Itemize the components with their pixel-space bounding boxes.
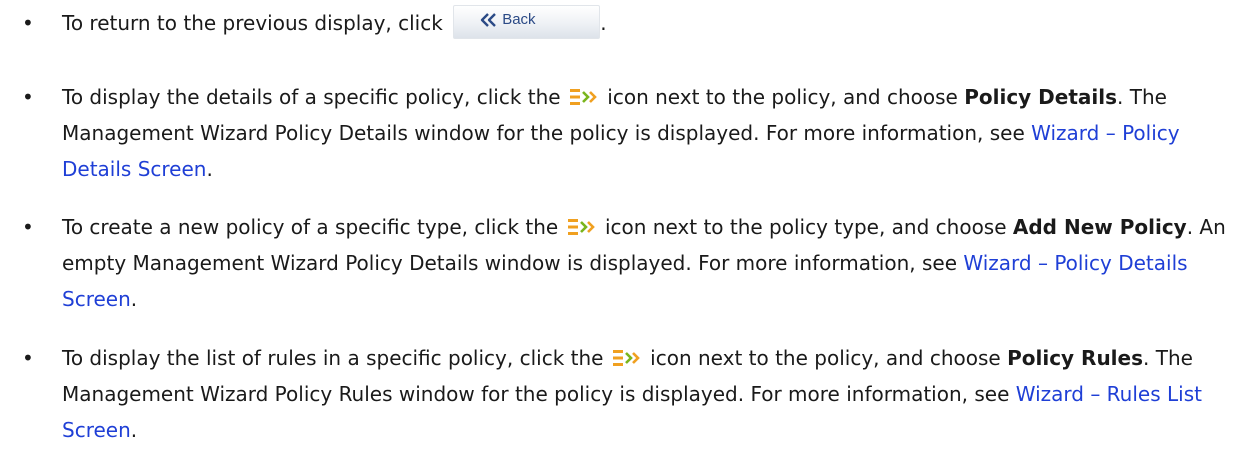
text-segment: . bbox=[130, 287, 138, 311]
text-segment: . bbox=[130, 418, 138, 442]
text-segment: icon next to the policy type, and choose bbox=[598, 215, 1013, 239]
list-menu-icon[interactable] bbox=[569, 87, 599, 107]
text-segment: To create a new policy of a specific typ… bbox=[62, 215, 565, 239]
text-segment: icon next to the policy, and choose bbox=[643, 346, 1008, 370]
text-segment: To display the list of rules in a specif… bbox=[62, 346, 610, 370]
menu-option-name: Policy Details bbox=[964, 85, 1118, 109]
text-segment: icon next to the policy, and choose bbox=[600, 85, 965, 109]
item-text: To create a new policy of a specific typ… bbox=[62, 209, 1254, 317]
back-button-label: Back bbox=[502, 11, 536, 28]
item-text: To display the list of rules in a specif… bbox=[62, 340, 1254, 448]
bullet: • bbox=[22, 346, 34, 370]
text-segment: To return to the previous display, click bbox=[62, 11, 450, 35]
menu-option-name: Add New Policy bbox=[1012, 215, 1187, 239]
bullet: • bbox=[22, 11, 34, 35]
list-item: • To return to the previous display, cli… bbox=[0, 5, 1256, 41]
text-segment: . bbox=[206, 157, 213, 181]
double-chevron-left-icon bbox=[480, 13, 498, 27]
list-item: • To create a new policy of a specific t… bbox=[0, 209, 1256, 317]
menu-option-name: Policy Rules bbox=[1007, 346, 1144, 370]
list-item: • To display the list of rules in a spec… bbox=[0, 340, 1256, 448]
back-button[interactable]: Back bbox=[453, 5, 601, 39]
bullet: • bbox=[22, 215, 34, 239]
text-segment: To display the details of a specific pol… bbox=[62, 85, 567, 109]
list-menu-icon[interactable] bbox=[612, 348, 642, 368]
text-segment: . bbox=[600, 11, 607, 35]
item-text: To return to the previous display, click… bbox=[62, 5, 1254, 41]
list-item: • To display the details of a specific p… bbox=[0, 79, 1256, 187]
item-text: To display the details of a specific pol… bbox=[62, 79, 1254, 187]
bullet: • bbox=[22, 85, 34, 109]
list-menu-icon[interactable] bbox=[567, 217, 597, 237]
